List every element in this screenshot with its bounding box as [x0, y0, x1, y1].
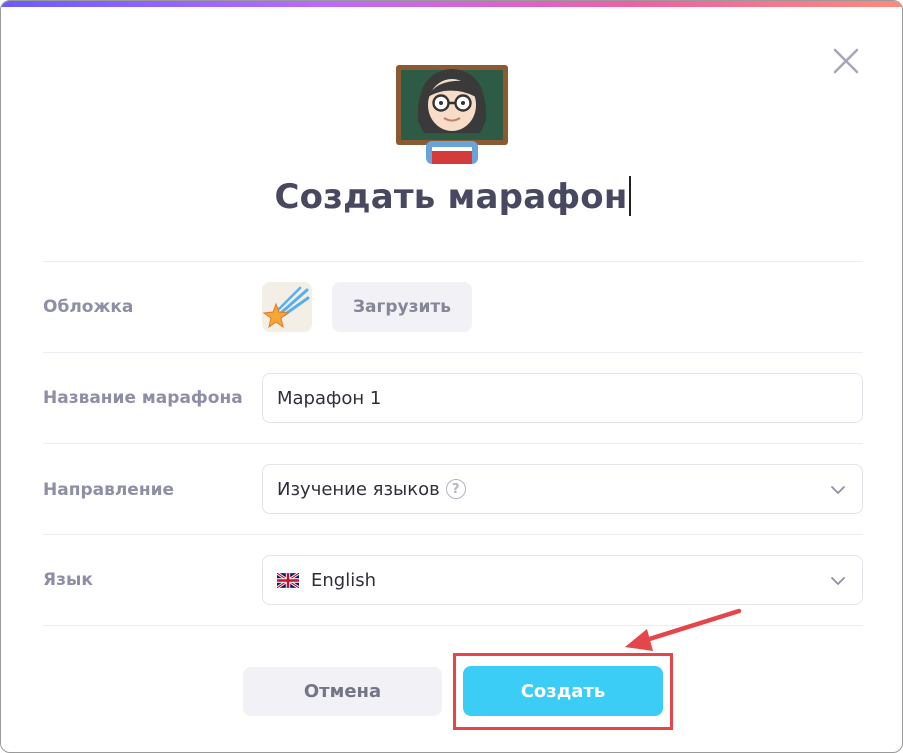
direction-value: Изучение языков: [277, 478, 440, 500]
shooting-star-icon: [262, 286, 310, 329]
cover-thumbnail[interactable]: [262, 282, 312, 332]
direction-select[interactable]: Изучение языков ?: [262, 464, 863, 514]
teacher-emoji-icon: [396, 61, 508, 164]
divider: [43, 443, 863, 444]
annotation-highlight-box: [453, 653, 673, 730]
page-title: Создать марафон: [1, 176, 902, 217]
uk-flag-icon: [277, 572, 299, 588]
divider: [43, 261, 863, 262]
language-value: English: [311, 569, 376, 591]
divider: [43, 352, 863, 353]
title-text: Создать марафон: [274, 177, 628, 217]
chevron-down-icon: [831, 577, 845, 585]
cover-label: Обложка: [43, 297, 134, 317]
name-label: Название марафона: [43, 388, 243, 408]
marathon-name-value: Марафон 1: [277, 387, 382, 409]
annotation-arrow-icon: [625, 608, 742, 651]
modal-dialog: Создать марафон Обложка Загрузить Назван…: [0, 0, 903, 753]
close-button[interactable]: [830, 45, 862, 77]
top-gradient-bar: [1, 1, 902, 7]
cancel-button[interactable]: Отмена: [243, 667, 442, 716]
upload-button[interactable]: Загрузить: [332, 282, 472, 332]
help-icon[interactable]: ?: [445, 479, 466, 499]
direction-label: Направление: [43, 480, 175, 500]
language-select[interactable]: English: [262, 555, 863, 605]
close-icon: [833, 48, 859, 74]
marathon-name-input[interactable]: Марафон 1: [262, 373, 863, 423]
text-caret: [628, 176, 631, 216]
divider: [43, 534, 863, 535]
language-label: Язык: [43, 570, 93, 590]
chevron-down-icon: [831, 486, 845, 494]
